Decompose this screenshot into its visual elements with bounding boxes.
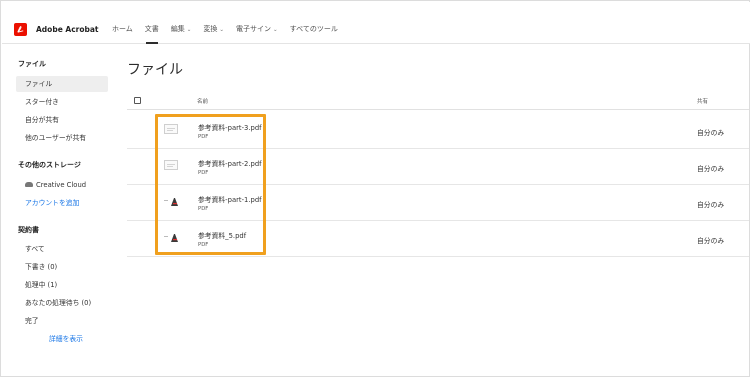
sidebar-heading-agreements: 契約書: [18, 226, 39, 234]
file-name[interactable]: 参考資料-part-1.pdf: [198, 194, 262, 204]
acrobat-logo-icon[interactable]: [14, 23, 27, 36]
file-name[interactable]: 参考資料_5.pdf: [198, 230, 246, 240]
sidebar-item-all[interactable]: すべて: [16, 241, 108, 257]
shared-status: 自分のみ: [697, 201, 725, 209]
file-thumbnail-icon: [164, 124, 180, 136]
nav-e-sign[interactable]: 電子サイン ⌄: [236, 23, 278, 37]
add-account-link[interactable]: アカウントを追加: [16, 195, 108, 211]
column-header-shared[interactable]: 共有: [697, 97, 708, 105]
app-window: Adobe Acrobat ホーム 文書 編集 ⌄ 変換 ⌄ 電子サイン ⌄ すべての…: [0, 0, 750, 377]
nav-documents[interactable]: 文書: [145, 23, 159, 36]
table-row[interactable]: 参考資料-part-1.pdf PDF 自分のみ: [127, 185, 749, 221]
file-thumbnail-icon: [164, 232, 180, 244]
page-title: ファイル: [127, 62, 183, 78]
sidebar-heading-storage: その他のストレージ: [18, 161, 81, 169]
table-row[interactable]: 参考資料-part-2.pdf PDF 自分のみ: [127, 149, 749, 185]
file-name[interactable]: 参考資料-part-2.pdf: [198, 158, 262, 168]
sidebar-item-in-progress[interactable]: 処理中 (1): [16, 277, 108, 293]
table-row[interactable]: 参考資料_5.pdf PDF 自分のみ: [127, 221, 749, 257]
file-type: PDF: [198, 242, 209, 248]
cloud-icon: [25, 181, 33, 187]
column-header-name[interactable]: 名前: [197, 97, 208, 105]
sidebar-item-completed[interactable]: 完了: [16, 313, 108, 329]
nav-edit[interactable]: 編集 ⌄: [171, 23, 192, 37]
show-details-link[interactable]: 詳細を表示: [40, 331, 110, 347]
chevron-down-icon: ⌄: [186, 26, 192, 33]
file-type: PDF: [198, 134, 209, 140]
nav-home[interactable]: ホーム: [112, 23, 133, 36]
top-navigation-bar: Adobe Acrobat ホーム 文書 編集 ⌄ 変換 ⌄ 電子サイン ⌄ すべての…: [2, 2, 750, 44]
nav-convert[interactable]: 変換 ⌄: [203, 23, 224, 37]
file-name[interactable]: 参考資料-part-3.pdf: [198, 122, 262, 132]
shared-status: 自分のみ: [697, 237, 725, 245]
sidebar-item-waiting-for-you[interactable]: あなたの処理待ち (0): [16, 295, 108, 311]
app-title[interactable]: Adobe Acrobat: [36, 23, 99, 36]
chevron-down-icon: ⌄: [273, 26, 278, 33]
file-thumbnail-icon: [164, 196, 180, 208]
shared-status: 自分のみ: [697, 165, 725, 173]
file-type: PDF: [198, 170, 209, 176]
select-all-checkbox[interactable]: [134, 97, 141, 104]
sidebar-item-shared-by-others[interactable]: 他のユーザーが共有: [16, 130, 108, 146]
nav-all-tools[interactable]: すべてのツール: [290, 23, 338, 36]
file-type: PDF: [198, 206, 209, 212]
main-nav: ホーム 文書 編集 ⌄ 変換 ⌄ 電子サイン ⌄ すべてのツール: [112, 23, 350, 36]
file-thumbnail-icon: [164, 160, 180, 172]
sidebar: ファイル ファイル スター付き 自分が共有 他のユーザーが共有 その他のストレー…: [2, 45, 114, 377]
sidebar-item-creative-cloud[interactable]: Creative Cloud: [16, 177, 108, 193]
chevron-down-icon: ⌄: [219, 26, 225, 33]
table-header: 名前 共有: [127, 92, 749, 110]
nav-active-indicator: [146, 42, 158, 44]
sidebar-item-shared-by-me[interactable]: 自分が共有: [16, 112, 108, 128]
sidebar-item-drafts[interactable]: 下書き (0): [16, 259, 108, 275]
sidebar-item-files[interactable]: ファイル: [16, 76, 108, 92]
sidebar-heading-files: ファイル: [18, 60, 46, 68]
shared-status: 自分のみ: [697, 129, 725, 137]
sidebar-item-starred[interactable]: スター付き: [16, 94, 108, 110]
table-row[interactable]: 参考資料-part-3.pdf PDF 自分のみ: [127, 113, 749, 149]
